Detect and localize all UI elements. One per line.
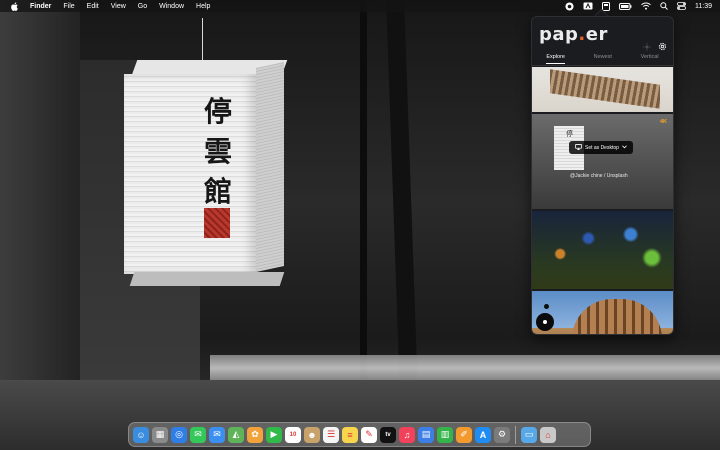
paper-status-icon[interactable]: [565, 1, 574, 11]
photo-credit[interactable]: @Jackie chine / Unsplash: [570, 173, 628, 179]
trash-icon[interactable]: ⌂: [540, 426, 556, 443]
menu-app-name[interactable]: Finder: [30, 3, 51, 10]
lantern-side: [256, 62, 284, 272]
battery-icon[interactable]: [619, 2, 632, 10]
wallpaper-window-light: [210, 355, 720, 381]
input-source-icon[interactable]: [583, 2, 593, 10]
wallpaper-thumbnail[interactable]: [532, 291, 673, 334]
apple-menu-icon[interactable]: [10, 1, 20, 11]
mail-icon[interactable]: ✉: [209, 426, 225, 443]
lantern-char: 雲: [203, 135, 232, 168]
lantern-char: 停: [203, 95, 232, 128]
downloads-folder-icon[interactable]: ▭: [521, 426, 537, 443]
search-icon[interactable]: [660, 2, 668, 10]
paper-tabs: Explore Newest Vertical: [532, 54, 673, 64]
wallpaper-thumbnail[interactable]: 停 4K Set as Desktop @Jackie chine / Unsp…: [532, 114, 673, 209]
wifi-icon[interactable]: [641, 2, 651, 10]
lantern-characters: 停 雲 館: [202, 92, 234, 212]
menu-view[interactable]: View: [111, 3, 126, 10]
messages-icon[interactable]: ✉: [190, 426, 206, 443]
dock-separator: [515, 425, 516, 444]
numbers-icon[interactable]: ▥: [437, 426, 453, 443]
thumbnail-char: 停: [566, 130, 573, 138]
maps-icon[interactable]: ◭: [228, 426, 244, 443]
status-area: 11:39: [565, 0, 712, 12]
thumbnail-colosseum: [572, 299, 662, 334]
logo-dot: .: [578, 24, 586, 45]
control-center-icon[interactable]: [677, 2, 686, 10]
scroll-to-top-button[interactable]: [536, 313, 554, 331]
system-settings-icon[interactable]: ⚙: [494, 426, 510, 443]
lantern-bottom: [129, 272, 285, 286]
finder-icon[interactable]: ☺: [133, 426, 149, 443]
keynote-icon[interactable]: ▤: [418, 426, 434, 443]
paper-popover: pap.er Explore Newest Vertical 停 4K Set …: [531, 16, 674, 335]
logo-text-end: er: [585, 24, 608, 45]
pages-icon[interactable]: ✐: [456, 426, 472, 443]
notes-icon[interactable]: ≡: [342, 426, 358, 443]
launchpad-icon[interactable]: ▦: [152, 426, 168, 443]
contacts-icon[interactable]: ☻: [304, 426, 320, 443]
control-strip-icon[interactable]: [602, 1, 610, 11]
lantern-front: [124, 74, 256, 274]
menu-help[interactable]: Help: [196, 3, 210, 10]
photos-icon[interactable]: ✿: [247, 426, 263, 443]
wallpaper-thumbnail[interactable]: [532, 67, 673, 112]
monitor-icon: [575, 143, 582, 152]
wallpaper-thumbnail[interactable]: [532, 211, 673, 289]
calendar-icon[interactable]: 10: [285, 426, 301, 443]
music-icon[interactable]: ♫: [399, 426, 415, 443]
lantern-string: [202, 18, 203, 66]
menu-go[interactable]: Go: [138, 3, 147, 10]
menu-file[interactable]: File: [63, 3, 74, 10]
paper-logo: pap.er: [539, 24, 608, 45]
thumbnail-stairs: [550, 69, 660, 109]
tv-icon[interactable]: tv: [380, 426, 396, 443]
reminders-icon[interactable]: ☰: [323, 426, 339, 443]
tab-newest[interactable]: Newest: [594, 54, 612, 64]
tab-explore[interactable]: Explore: [546, 54, 565, 64]
safari-icon[interactable]: ◎: [171, 426, 187, 443]
freeform-icon[interactable]: ✎: [361, 426, 377, 443]
menu-bar: Finder File Edit View Go Window Help 11:…: [0, 0, 720, 12]
chevron-down-icon[interactable]: [622, 144, 627, 151]
paper-lantern: 停 雲 館: [124, 60, 288, 286]
lantern-red-seal: [204, 208, 230, 238]
menu-edit[interactable]: Edit: [87, 3, 99, 10]
logo-text: pap: [539, 24, 579, 45]
lantern-char: 館: [203, 175, 232, 208]
tab-vertical[interactable]: Vertical: [641, 54, 659, 64]
set-as-desktop-button[interactable]: Set as Desktop: [569, 141, 633, 154]
set-as-desktop-label: Set as Desktop: [585, 144, 619, 151]
menu-window[interactable]: Window: [159, 3, 184, 10]
menu-clock[interactable]: 11:39: [695, 3, 712, 10]
app-store-icon[interactable]: A: [475, 426, 491, 443]
tab-divider: [532, 65, 673, 66]
dock: ☺ ▦ ◎ ✉ ✉ ◭ ✿ ▶ 10 ☻ ☰ ≡ ✎ tv ♫ ▤ ▥ ✐ A ⚙ ▭ ⌂: [128, 422, 591, 447]
scroll-indicator-icon[interactable]: [544, 304, 549, 309]
resolution-badge: 4K: [659, 119, 667, 125]
facetime-icon[interactable]: ▶: [266, 426, 282, 443]
thumbnail-lantern-text: 停: [566, 130, 574, 139]
